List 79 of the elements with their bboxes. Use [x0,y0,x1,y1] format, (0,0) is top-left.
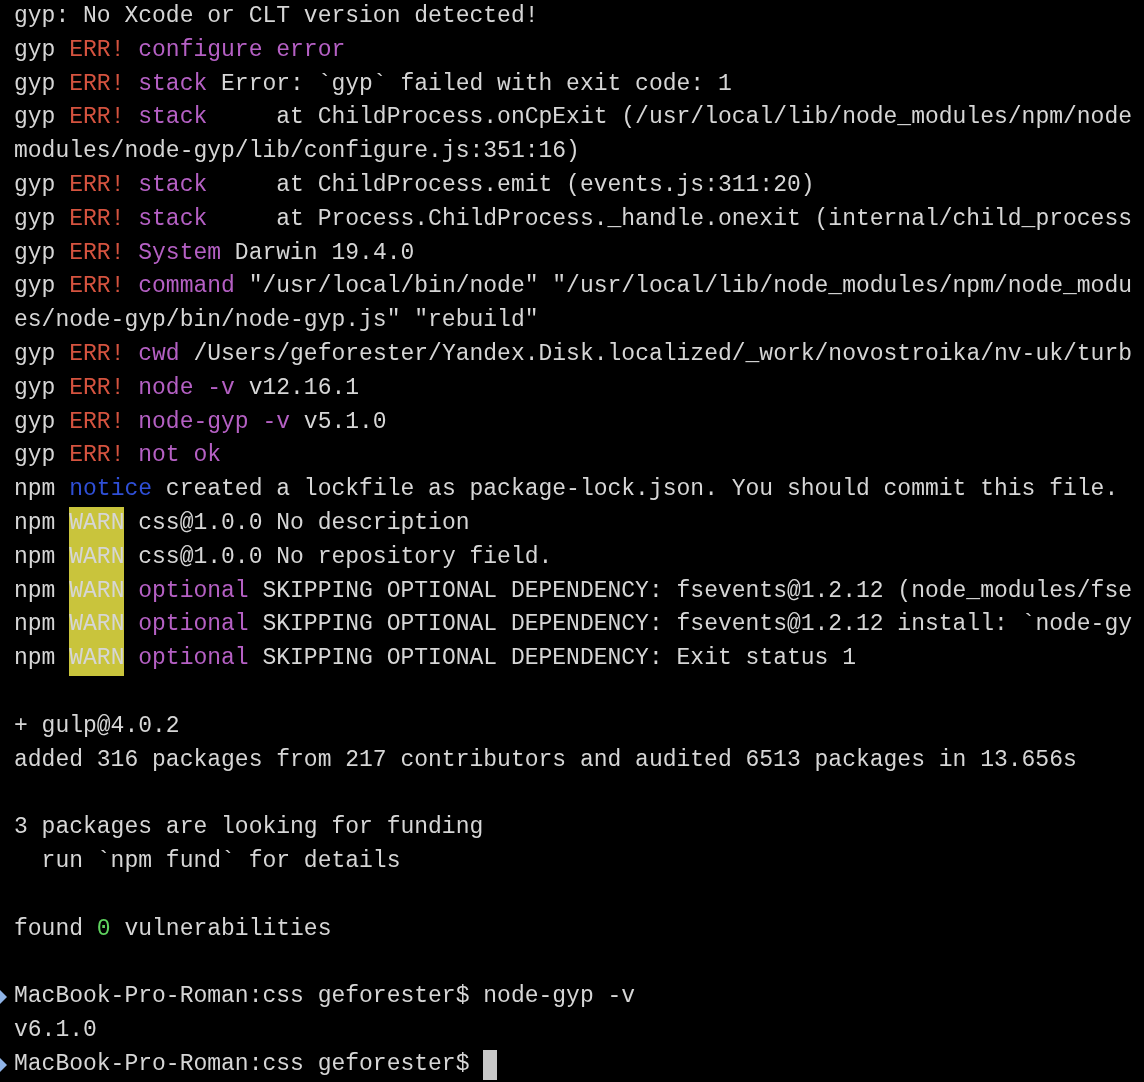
warning-tag: WARN [69,540,125,575]
output-text: gyp [14,69,56,99]
output-text: gyp [14,103,56,133]
error-tag: ERR! [69,202,125,237]
output-text: run `npm fund` for details [40,846,401,876]
output-text: SKIPPING OPTIONAL DEPENDENCY: fsevents@1.2.12 (node_modules/fse [262,576,1132,606]
output-text: gyp [14,373,56,403]
output-text: at Process.ChildProcess._handle.onexit (internal/child_process [275,204,1132,234]
log-keyword: command [138,272,235,302]
notice-tag: notice [69,473,153,507]
output-text: npm [14,508,56,538]
error-tag: ERR! [69,169,125,203]
output-text: gyp [14,204,56,234]
error-tag: ERR! [69,337,125,372]
error-tag: ERR! [69,236,125,271]
error-tag: ERR! [69,371,125,406]
error-tag: ERR! [69,101,125,136]
error-tag: ERR! [69,405,125,440]
error-tag: ERR! [69,67,125,102]
error-tag: ERR! [69,270,125,305]
log-keyword: node-gyp -v [138,407,291,437]
output-text: Error: `gyp` failed with exit code: 1 [221,69,732,99]
output-text: /Users/geforester/Yandex.Disk.localized/_work/novostroika/nv-uk/turb [193,339,1132,369]
output-text: added 316 packages from 217 contributors and audited 6513 packages in 13.656s [14,745,1077,775]
output-text: es/node-gyp/bin/node-gyp.js" "rebuild" [14,306,539,336]
output-text: SKIPPING OPTIONAL DEPENDENCY: Exit status 1 [262,644,856,674]
output-text: npm [14,475,56,505]
log-keyword: stack [138,69,208,99]
output-text: v6.1.0 [14,1015,97,1045]
output-text: gyp [14,238,56,268]
output-text: v5.1.0 [303,407,387,437]
output-text: v12.16.1 [248,373,360,403]
output-text: gyp [14,339,56,369]
log-keyword: optional [138,576,249,606]
output-text: gyp [14,441,56,471]
warning-tag: WARN [69,608,125,643]
log-keyword: stack [138,103,208,133]
output-text: npm [14,610,56,640]
output-text: SKIPPING OPTIONAL DEPENDENCY: fsevents@1.2.12 install: `node-gy [262,610,1132,640]
log-keyword: optional [138,644,249,674]
output-text: gyp [14,171,56,200]
error-tag: ERR! [69,33,125,68]
log-keyword: stack [138,204,208,234]
output-text: at ChildProcess.onCpExit (/usr/local/lib/node_modules/npm/node [275,103,1132,133]
output-text: css@1.0.0 No repository field. [138,542,553,572]
output-text: modules/node-gyp/lib/configure.js:351:16) [14,137,580,167]
prompt-marker-icon [0,990,7,1004]
prompt-marker-icon [0,1057,7,1072]
log-keyword: System [138,238,222,268]
output-text: npm [14,576,56,606]
output-text: "/usr/local/bin/node" "/usr/local/lib/node_modules/npm/node_modu [248,272,1132,302]
warning-tag: WARN [69,506,125,541]
output-text: at ChildProcess.emit (events.js:311:20) [275,171,815,200]
output-text: + gulp@4.0.2 [14,711,180,741]
output-text: gyp [14,272,56,302]
output-text: vulnerabilities [124,914,332,944]
output-text: found [14,914,83,944]
log-keyword: node -v [138,373,235,403]
log-keyword: optional [138,610,249,640]
output-text: css@1.0.0 No description [138,508,470,538]
output-text: gyp [14,35,56,65]
output-text: created a lockfile as package-lock.json. You should commit this file. [165,475,1119,505]
output-text: Darwin 19.4.0 [234,238,415,268]
output-text: npm [14,542,56,572]
warning-tag: WARN [69,574,125,609]
output-text: node-gyp -v [483,982,636,1012]
count-text: 0 [96,914,111,944]
output-text: 3 packages are looking for funding [14,813,484,843]
output-text: gyp: No Xcode or CLT version detected! [14,2,539,31]
output-text: gyp [14,407,56,437]
log-keyword: cwd [138,339,180,369]
output-text: npm [14,644,56,674]
log-keyword: not ok [138,441,222,471]
warning-tag: WARN [69,642,125,676]
log-keyword: stack [138,171,208,200]
log-keyword: configure error [138,35,346,65]
output-text: MacBook-Pro-Roman:css geforester$ [14,1049,470,1079]
output-text: MacBook-Pro-Roman:css geforester$ [14,982,470,1012]
error-tag: ERR! [69,439,125,474]
